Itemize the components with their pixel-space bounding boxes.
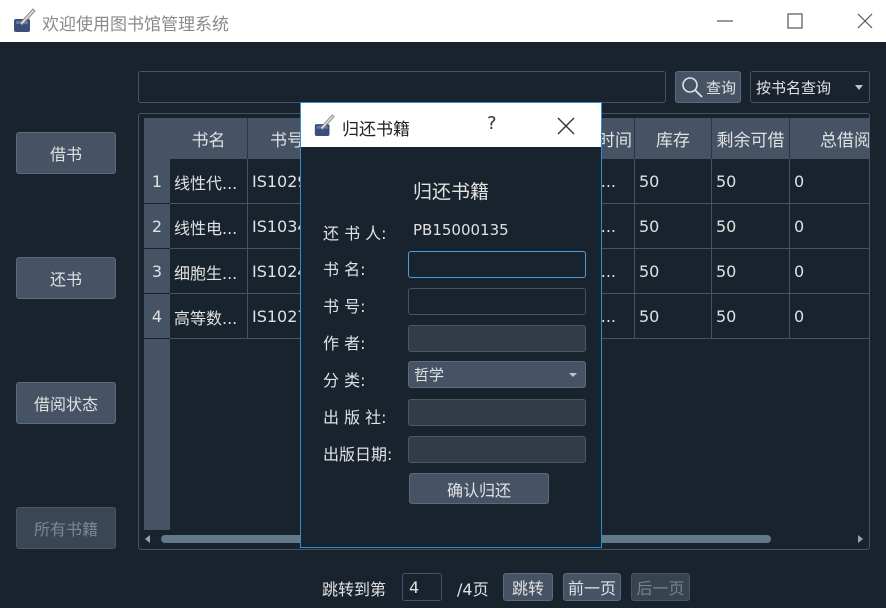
publish-date-input[interactable] [408, 436, 586, 463]
author-input[interactable] [408, 325, 586, 352]
return-book-dialog: 归还书籍 ? 归还书籍 还 书 人: PB15000135 书 名: 书 号: … [300, 102, 602, 548]
cell-name[interactable]: 高等数... [170, 294, 248, 339]
window-title: 欢迎使用图书馆管理系统 [42, 15, 229, 35]
quill-ink-icon [14, 8, 36, 32]
column-header-isbn[interactable]: 书号 [248, 118, 308, 159]
returner-label: 还 书 人: [323, 224, 387, 243]
publish-date-label: 出版日期: [323, 445, 393, 464]
row-number[interactable]: 4 [144, 294, 170, 339]
author-label: 作 者: [323, 334, 366, 353]
total-pages-label: /4页 [457, 580, 489, 599]
dialog-heading: 归还书籍 [412, 181, 489, 203]
cell-remaining[interactable]: 50 [712, 159, 790, 204]
search-mode-select[interactable]: 按书名查询 [750, 71, 870, 103]
quill-ink-icon [314, 114, 335, 136]
publisher-input[interactable] [408, 399, 586, 426]
row-number[interactable]: 1 [144, 159, 170, 204]
close-icon [857, 13, 873, 29]
search-mode-value: 按书名查询 [756, 78, 832, 97]
window-titlebar: 欢迎使用图书馆管理系统 [0, 0, 886, 42]
scroll-left-icon[interactable] [145, 535, 150, 543]
cell-total[interactable]: 0 [790, 204, 869, 249]
cell-remaining[interactable]: 50 [712, 249, 790, 294]
borrow-button[interactable]: 借书 [16, 132, 116, 174]
cell-stock[interactable]: 50 [635, 159, 712, 204]
help-button[interactable]: ? [487, 113, 497, 134]
minimize-icon [717, 20, 733, 22]
cell-name[interactable]: 线性电... [170, 204, 248, 249]
cell-name[interactable]: 线性代... [170, 159, 248, 204]
cell-total[interactable]: 0 [790, 249, 869, 294]
book-name-label: 书 名: [323, 260, 366, 279]
cell-isbn[interactable]: IS1027 [248, 294, 308, 339]
returner-value: PB15000135 [413, 221, 509, 239]
dialog-title: 归还书籍 [342, 120, 410, 140]
book-name-input[interactable] [408, 251, 586, 278]
search-input[interactable] [138, 71, 666, 103]
return-button[interactable]: 还书 [16, 257, 116, 299]
prev-page-button[interactable]: 前一页 [563, 573, 621, 601]
cell-stock[interactable]: 50 [635, 204, 712, 249]
category-select[interactable]: 哲学 [408, 361, 586, 388]
jump-to-label: 跳转到第 [322, 580, 387, 599]
book-number-input[interactable] [408, 288, 586, 315]
column-header-remaining[interactable]: 剩余可借 [712, 118, 790, 159]
cell-total[interactable]: 0 [790, 294, 869, 339]
column-header-stock[interactable]: 库存 [635, 118, 712, 159]
borrow-status-button[interactable]: 借阅状态 [16, 382, 116, 424]
search-icon [682, 77, 703, 98]
book-number-label: 书 号: [323, 297, 366, 316]
cell-stock[interactable]: 50 [635, 249, 712, 294]
row-header: 1 2 3 4 [144, 159, 170, 530]
row-number[interactable]: 3 [144, 249, 170, 294]
column-header-total[interactable]: 总借阅 [790, 118, 869, 159]
cell-remaining[interactable]: 50 [712, 294, 790, 339]
category-value: 哲学 [414, 366, 445, 384]
close-icon[interactable] [555, 115, 577, 137]
cell-remaining[interactable]: 50 [712, 204, 790, 249]
next-page-button[interactable]: 后一页 [631, 573, 690, 601]
publisher-label: 出 版 社: [323, 408, 387, 427]
minimize-button[interactable] [705, 6, 745, 36]
cell-isbn[interactable]: IS1024 [248, 249, 308, 294]
jump-button[interactable]: 跳转 [503, 573, 553, 601]
column-header-name[interactable]: 书名 [170, 118, 248, 159]
chevron-down-icon [569, 373, 577, 377]
chevron-down-icon [855, 85, 863, 90]
search-button-label: 查询 [706, 78, 737, 97]
close-button[interactable] [845, 6, 885, 36]
cell-isbn[interactable]: IS1029 [248, 159, 308, 204]
dialog-titlebar: 归还书籍 ? [301, 103, 601, 147]
cell-name[interactable]: 细胞生... [170, 249, 248, 294]
cell-total[interactable]: 0 [790, 159, 869, 204]
scroll-right-icon[interactable] [858, 535, 863, 543]
confirm-return-button[interactable]: 确认归还 [409, 473, 549, 504]
maximize-button[interactable] [775, 6, 815, 36]
page-number-input[interactable]: 4 [402, 573, 442, 601]
row-number[interactable]: 2 [144, 204, 170, 249]
all-books-button[interactable]: 所有书籍 [16, 507, 116, 549]
maximize-icon [787, 13, 803, 29]
search-button[interactable]: 查询 [675, 71, 741, 103]
table-corner[interactable] [144, 118, 170, 159]
cell-stock[interactable]: 50 [635, 294, 712, 339]
category-label: 分 类: [323, 371, 366, 390]
cell-isbn[interactable]: IS1034 [248, 204, 308, 249]
